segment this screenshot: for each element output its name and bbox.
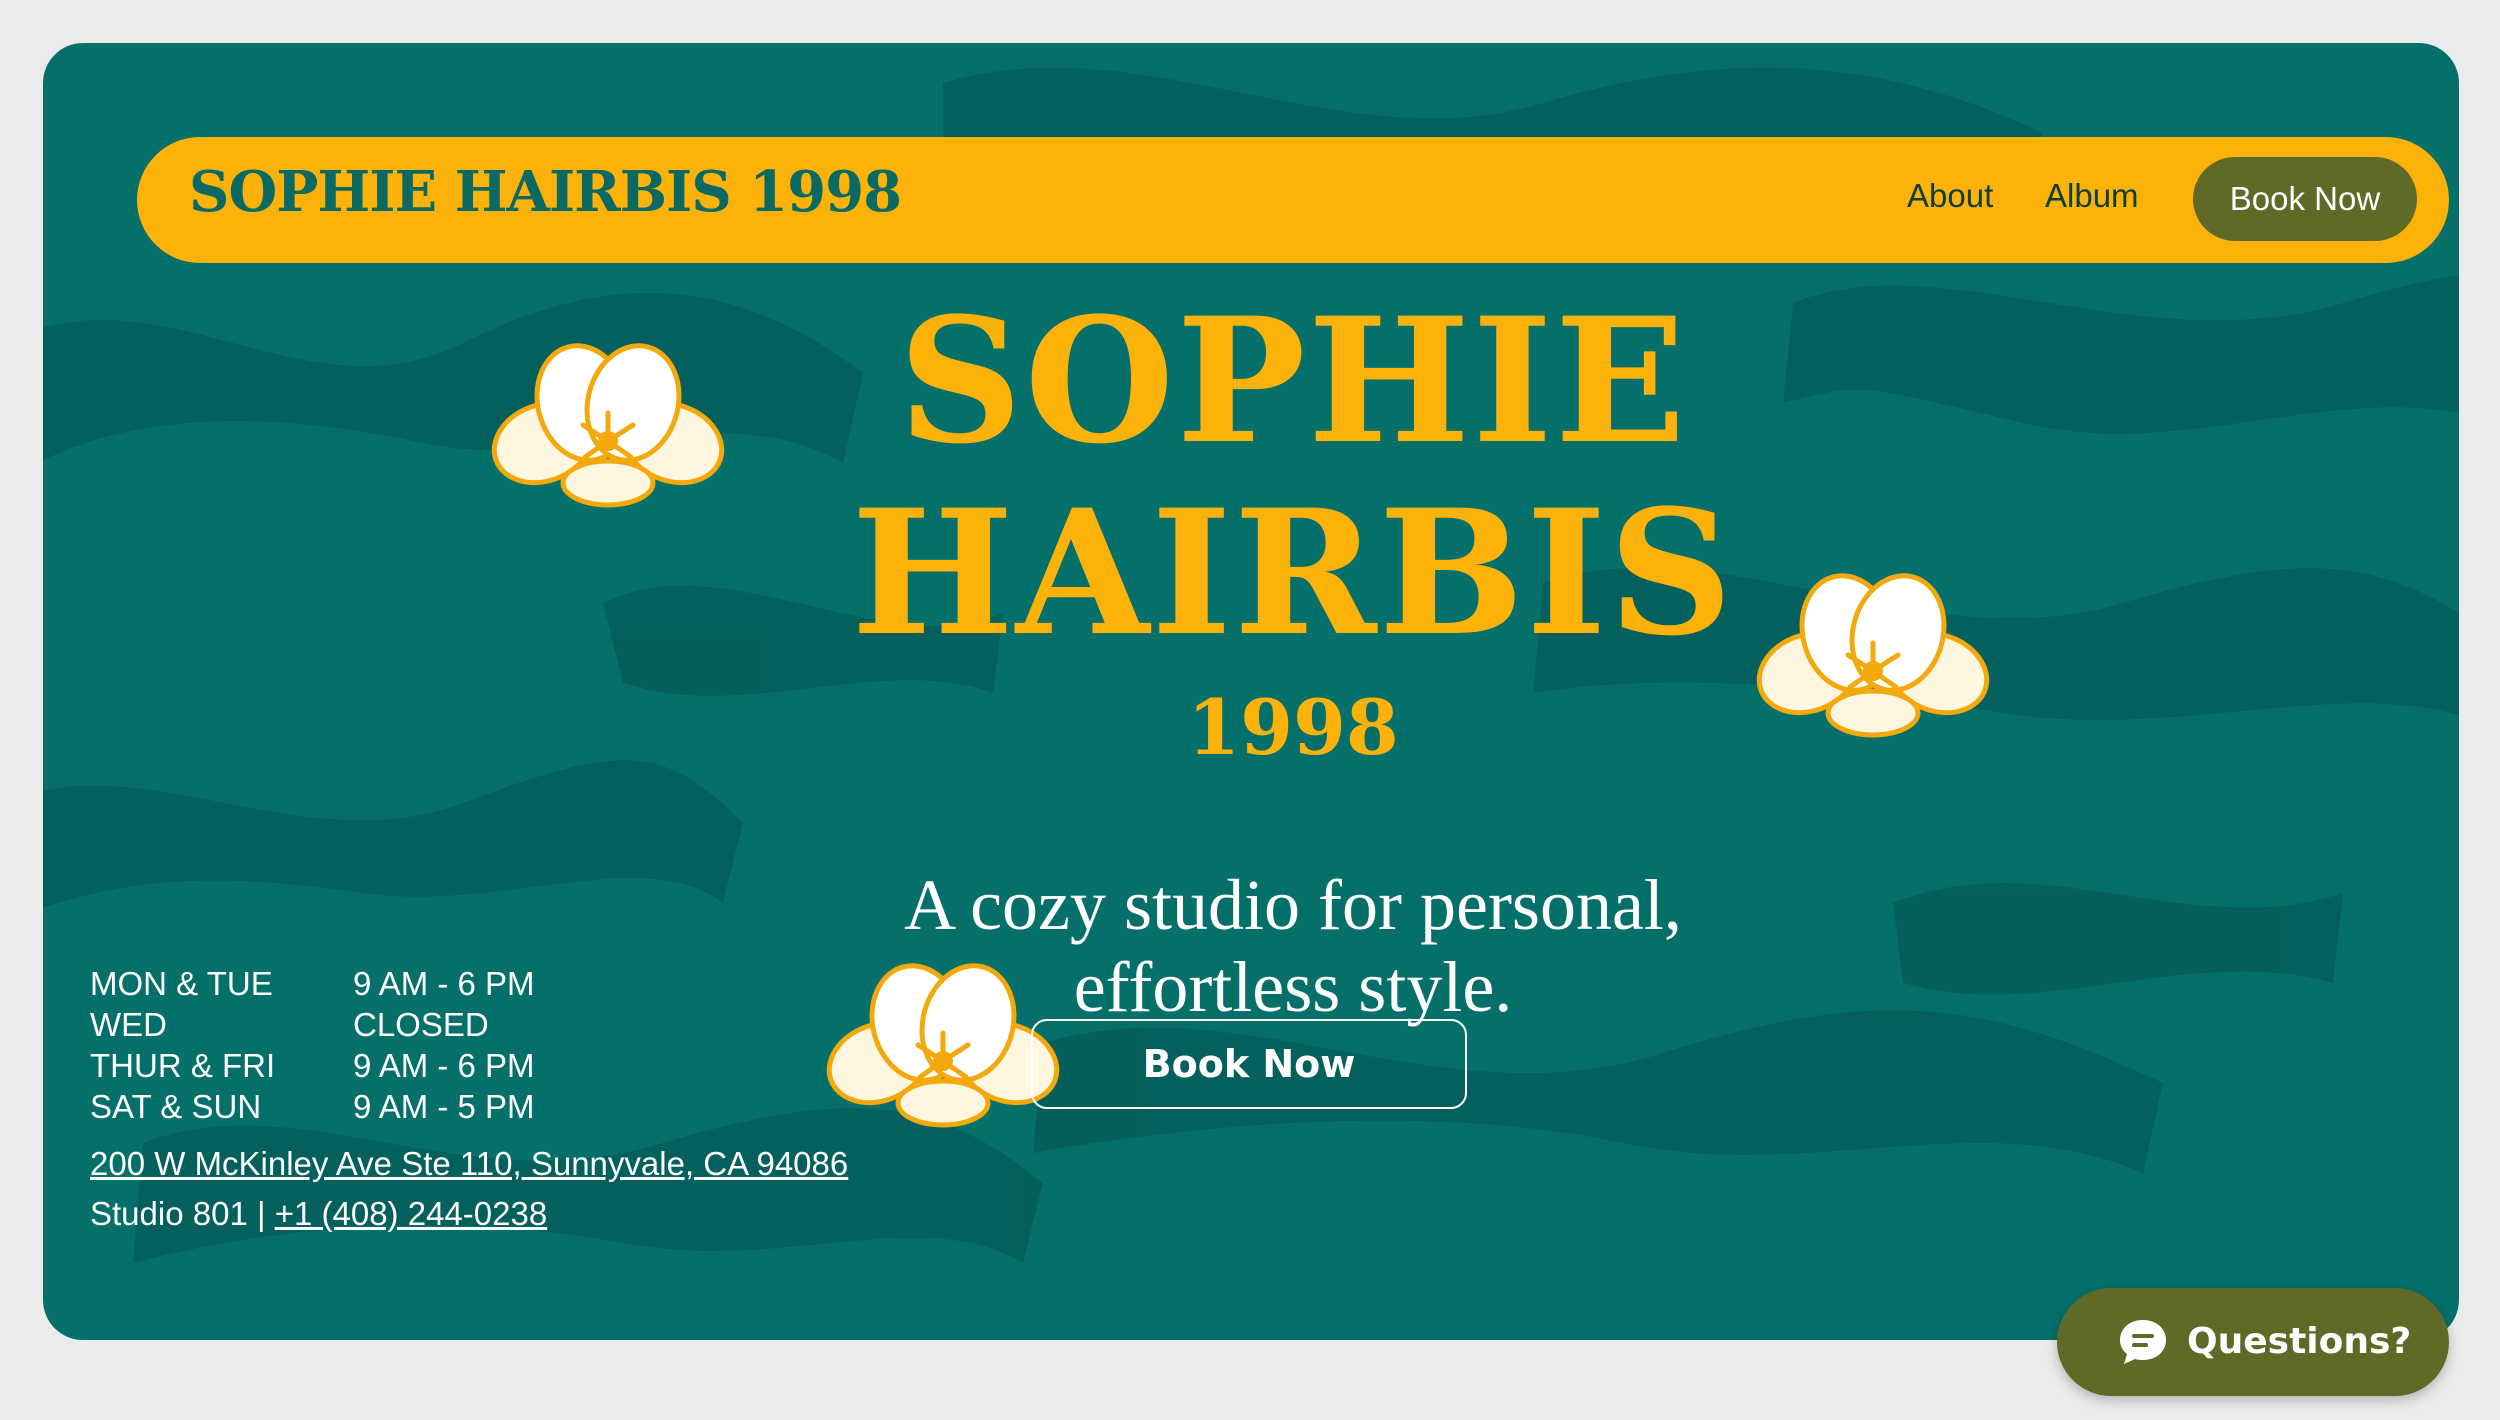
hours-day: THUR & FRI — [90, 1047, 276, 1084]
hero-book-now-button[interactable]: Book Now — [1031, 1019, 1467, 1109]
hours-row: WED CLOSED — [90, 1004, 590, 1045]
nav-book-now-button[interactable]: Book Now — [2193, 157, 2417, 241]
flower-icon — [491, 343, 725, 508]
hours-row: MON & TUE 9 AM - 6 PM — [90, 963, 590, 1004]
hours-day: MON & TUE — [90, 965, 273, 1002]
brand-logo[interactable]: SOPHIE HAIRBIS 1998 — [189, 159, 902, 225]
studio-label: Studio 801 | — [90, 1195, 275, 1232]
questions-label: Questions? — [2187, 1321, 2412, 1362]
hours-time: CLOSED — [353, 1006, 489, 1043]
hero-section: SOPHIE HAIRBIS 1998 About Album Book Now… — [43, 43, 2459, 1340]
nav-bar: SOPHIE HAIRBIS 1998 About Album Book Now — [137, 137, 2449, 263]
hours-time: 9 AM - 5 PM — [353, 1088, 535, 1125]
nav-link-about[interactable]: About — [1907, 177, 1993, 215]
studio-line: Studio 801 | +1 (408) 244-0238 — [90, 1195, 547, 1233]
headline-line1: SOPHIE — [898, 279, 1688, 482]
hours-time: 9 AM - 6 PM — [353, 965, 535, 1002]
headline-year: 1998 — [1187, 683, 1399, 772]
nav-link-album[interactable]: Album — [2045, 177, 2139, 215]
tagline-line1: A cozy studio for personal, — [904, 865, 1682, 945]
phone-link[interactable]: +1 (408) 244-0238 — [275, 1195, 547, 1232]
address-link[interactable]: 200 W McKinley Ave Ste 110, Sunnyvale, C… — [90, 1145, 848, 1183]
hours-day: WED — [90, 1006, 167, 1043]
headline-line2: HAIRBIS — [851, 471, 1735, 674]
chat-bubble-icon — [2120, 1320, 2166, 1364]
opening-hours: MON & TUE 9 AM - 6 PM WED CLOSED THUR & … — [90, 963, 590, 1127]
hours-day: SAT & SUN — [90, 1088, 262, 1125]
hours-row: SAT & SUN 9 AM - 5 PM — [90, 1086, 590, 1127]
hours-row: THUR & FRI 9 AM - 6 PM — [90, 1045, 590, 1086]
tagline-line2: effortless style. — [1073, 947, 1513, 1027]
hours-time: 9 AM - 6 PM — [353, 1047, 535, 1084]
questions-chat-button[interactable]: Questions? — [2057, 1288, 2449, 1396]
